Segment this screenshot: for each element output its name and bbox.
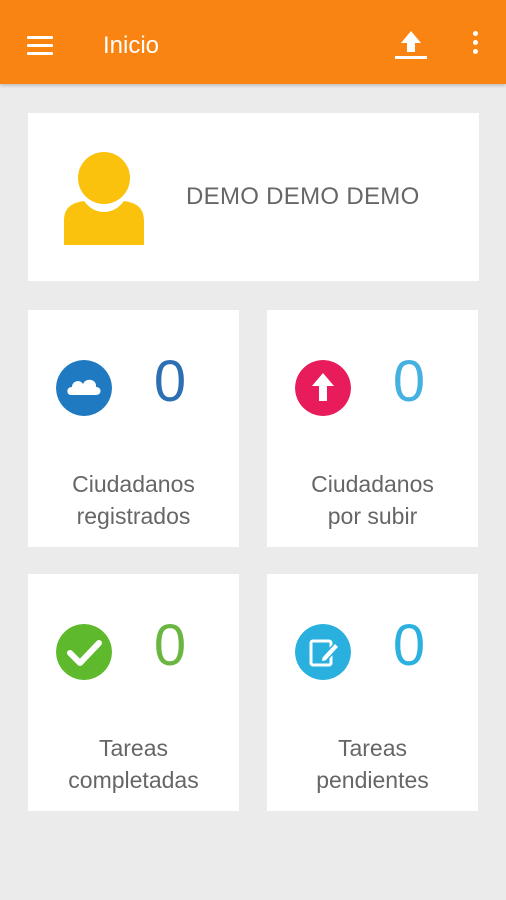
upload-button[interactable]: [393, 28, 429, 62]
stat-label-line: por subir: [327, 503, 418, 529]
menu-icon-bar: [27, 44, 53, 47]
stat-value: 0: [392, 613, 426, 678]
cloud-icon: [56, 360, 112, 416]
stat-card-ciudadanos-por-subir[interactable]: 0 Ciudadanos por subir: [267, 310, 478, 547]
menu-icon-bar: [27, 52, 53, 55]
stat-label-line: registrados: [76, 503, 191, 529]
more-vertical-icon-dot: [472, 49, 478, 54]
profile-card[interactable]: DEMO DEMO DEMO: [28, 113, 479, 281]
menu-button[interactable]: [27, 36, 53, 56]
stat-label-line: Ciudadanos: [311, 471, 434, 497]
stat-label-line: Ciudadanos: [72, 471, 195, 497]
more-vertical-icon-dot: [472, 31, 478, 36]
page-title: Inicio: [103, 32, 160, 59]
stat-card-tareas-completadas[interactable]: 0 Tareas completadas: [28, 574, 239, 811]
stat-label-line: Tareas: [337, 735, 408, 761]
stat-label: Ciudadanos por subir: [267, 468, 478, 532]
stat-value: 0: [153, 613, 187, 678]
stat-value: 0: [153, 349, 187, 414]
stat-label-line: pendientes: [316, 767, 429, 793]
stat-label: Tareas pendientes: [267, 732, 478, 796]
stat-card-ciudadanos-registrados[interactable]: 0 Ciudadanos registrados: [28, 310, 239, 547]
user-name: DEMO DEMO DEMO: [186, 183, 420, 210]
stat-card-tareas-pendientes[interactable]: 0 Tareas pendientes: [267, 574, 478, 811]
upload-arrow-icon: [295, 360, 351, 416]
upload-icon: [395, 31, 427, 59]
user-icon: [64, 152, 144, 245]
more-vertical-icon-dot: [472, 40, 478, 45]
edit-icon: [295, 624, 351, 680]
more-options-button[interactable]: [466, 31, 484, 61]
checkmark-icon: [56, 624, 112, 680]
menu-icon-bar: [27, 36, 53, 39]
stat-label-line: completadas: [68, 767, 199, 793]
stat-label: Ciudadanos registrados: [28, 468, 239, 532]
stat-value: 0: [392, 349, 426, 414]
app-bar: Inicio: [0, 0, 506, 84]
stat-label-line: Tareas: [98, 735, 169, 761]
stat-label: Tareas completadas: [28, 732, 239, 796]
